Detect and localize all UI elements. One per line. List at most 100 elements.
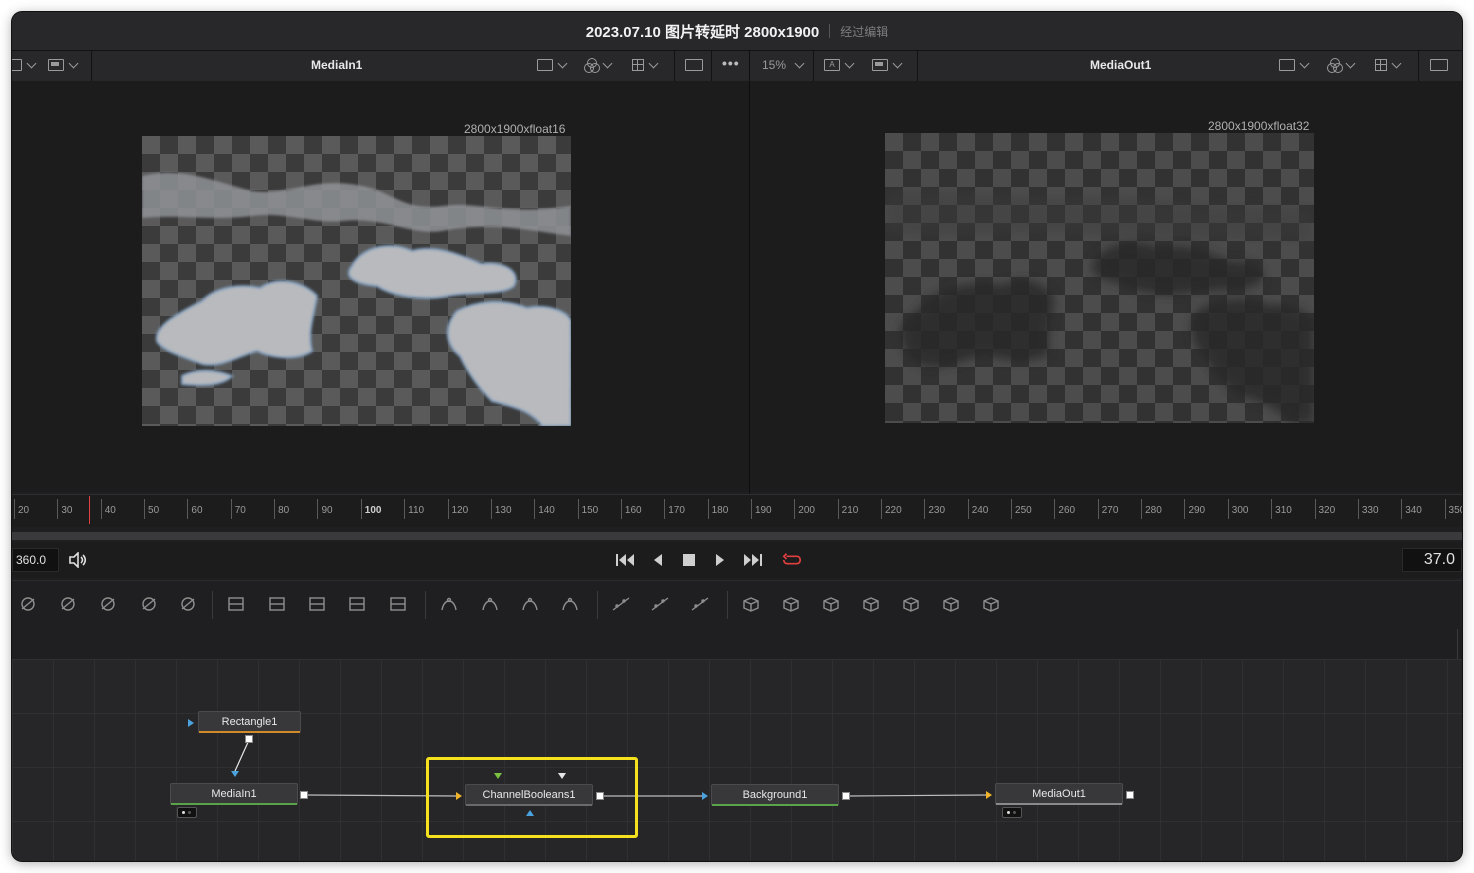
view-mode-icon xyxy=(872,59,888,71)
image-plane-icon xyxy=(983,597,999,612)
ruler-tick: 80 xyxy=(274,499,289,519)
node-mediaout1[interactable]: MediaOut1 xyxy=(995,783,1123,805)
ruler-tick: 250 xyxy=(1011,499,1032,519)
ruler-tick-label: 50 xyxy=(148,505,160,516)
ruler-tick: 130 xyxy=(490,499,512,519)
ruler-tick: 40 xyxy=(100,499,116,519)
right-view-mode-dropdown[interactable] xyxy=(872,57,903,73)
ruler-tick-label: 340 xyxy=(1405,505,1422,516)
go-to-end-button[interactable] xyxy=(743,551,763,569)
edited-status: 经过编辑 xyxy=(840,24,889,39)
ruler-tick-label: 320 xyxy=(1318,505,1336,516)
fusion-window: 2023.07.10 图片转延时 2800x1900 经过编辑 MediaIn1 xyxy=(12,12,1462,861)
right-grid-dropdown[interactable] xyxy=(1375,57,1402,73)
brightness-tool-button[interactable] xyxy=(137,593,161,615)
zoom-dropdown[interactable]: 15% xyxy=(762,57,805,73)
text3d-tool-button[interactable] xyxy=(819,593,843,615)
more-options-button[interactable]: ••• xyxy=(722,55,740,71)
ruler-tick-label: 270 xyxy=(1101,505,1119,516)
node-editor[interactable]: Rectangle1 MediaIn1 ChannelBooleans1 Bac… xyxy=(12,659,1462,861)
chevron-down-icon xyxy=(794,58,805,68)
ruler-tick: 320 xyxy=(1314,499,1335,519)
rectangle-mask-tool-button[interactable] xyxy=(437,593,461,615)
chevron-down-icon xyxy=(68,58,79,68)
mediain-mask-input[interactable] xyxy=(231,771,239,777)
mediaout-view-indicator[interactable] xyxy=(1002,807,1022,818)
ruler-tick-label: 160 xyxy=(624,505,642,516)
shape3d-tool-button[interactable] xyxy=(739,593,763,615)
header-divider xyxy=(711,51,712,81)
duration-field[interactable]: 360.0 xyxy=(12,548,59,572)
ellipse-mask-tool-button[interactable] xyxy=(478,593,502,615)
particles-tool-button[interactable] xyxy=(16,593,40,615)
node-background1[interactable]: Background1 xyxy=(711,784,839,806)
playhead[interactable] xyxy=(89,496,90,524)
mediain-output-port[interactable] xyxy=(300,791,308,799)
mediain-view-indicator[interactable] xyxy=(177,807,197,818)
loader-tool-button[interactable] xyxy=(305,593,329,615)
chevron-down-icon xyxy=(844,58,855,68)
ruler-tick: 270 xyxy=(1097,499,1118,519)
prender-tool-button[interactable] xyxy=(648,593,672,615)
mediaout-input-arrow[interactable] xyxy=(986,791,992,799)
left-fullscreen-button[interactable] xyxy=(685,57,703,73)
background-input-arrow[interactable] xyxy=(702,792,708,800)
merge3d-icon xyxy=(783,597,799,612)
left-view-mode-dropdown[interactable] xyxy=(48,57,79,73)
go-to-start-button[interactable] xyxy=(615,551,635,569)
resize-tool-button[interactable] xyxy=(345,593,369,615)
loop-button[interactable] xyxy=(782,551,802,569)
curves-tool-button[interactable] xyxy=(96,593,120,615)
rectangle-output-port[interactable] xyxy=(245,735,253,743)
ruler-tick: 30 xyxy=(57,499,72,519)
left-roi-dropdown[interactable] xyxy=(537,57,568,73)
node-connections xyxy=(234,739,989,797)
ruler-tick-label: 60 xyxy=(191,505,203,516)
blur-tool-button[interactable] xyxy=(176,593,200,615)
image-plane-tool-button[interactable] xyxy=(979,593,1003,615)
transform-tool-button[interactable] xyxy=(386,593,410,615)
right-channel-a-dropdown[interactable]: A xyxy=(824,57,855,73)
stop-button[interactable] xyxy=(679,551,699,569)
right-fullscreen-button[interactable] xyxy=(1430,57,1448,73)
right-roi-dropdown[interactable] xyxy=(1279,57,1310,73)
current-frame-field[interactable]: 37.0 xyxy=(1402,548,1462,572)
mediaout-output-port[interactable] xyxy=(1126,791,1134,799)
merge-tool-button[interactable] xyxy=(224,593,248,615)
background-output-port[interactable] xyxy=(842,792,850,800)
camera3d-tool-button[interactable] xyxy=(859,593,883,615)
right-viewer[interactable]: 2800x1900xfloat32 xyxy=(750,81,1462,492)
pmerge-tool-button[interactable] xyxy=(688,593,712,615)
time-ruler[interactable]: 20 30 40 50 60 70 80 90 100 110 120 130 140 150 160 170… xyxy=(12,494,1462,527)
bspline-mask-tool-button[interactable] xyxy=(558,593,582,615)
left-layout-dropdown[interactable] xyxy=(12,57,37,73)
renderer3d-tool-button[interactable] xyxy=(899,593,923,615)
rgb-channels-icon xyxy=(584,58,600,73)
left-channel-dropdown[interactable] xyxy=(584,57,613,73)
left-grid-dropdown[interactable] xyxy=(632,57,659,73)
rectangle-input-arrow[interactable] xyxy=(188,719,194,727)
ruler-tick-label: 240 xyxy=(971,505,989,516)
ruler-tick: 240 xyxy=(967,499,988,519)
play-forward-button[interactable] xyxy=(710,551,730,569)
node-mediain1[interactable]: MediaIn1 xyxy=(170,783,298,805)
toolbar-separator xyxy=(212,591,213,619)
pemitter-tool-button[interactable] xyxy=(609,593,633,615)
tools-toolbar xyxy=(12,580,1462,630)
spotlight-tool-button[interactable] xyxy=(939,593,963,615)
node-rectangle1[interactable]: Rectangle1 xyxy=(198,711,301,733)
ruler-tick: 100 xyxy=(360,499,381,519)
merge3d-tool-button[interactable] xyxy=(779,593,803,615)
background-tool-button[interactable] xyxy=(265,593,289,615)
ruler-tick: 260 xyxy=(1054,499,1075,519)
ruler-tick-label: 90 xyxy=(321,505,333,516)
color-corrector-tool-button[interactable] xyxy=(56,593,80,615)
polygon-mask-tool-button[interactable] xyxy=(518,593,542,615)
ruler-tick-label: 310 xyxy=(1275,505,1292,516)
audio-button[interactable] xyxy=(68,551,88,569)
right-channel-dropdown[interactable] xyxy=(1327,57,1356,73)
play-reverse-button[interactable] xyxy=(648,551,668,569)
ruler-scrollbar[interactable] xyxy=(12,532,1462,540)
left-viewer[interactable]: 2800x1900xfloat16 xyxy=(12,81,749,492)
ruler-tick-label: 210 xyxy=(841,505,859,516)
